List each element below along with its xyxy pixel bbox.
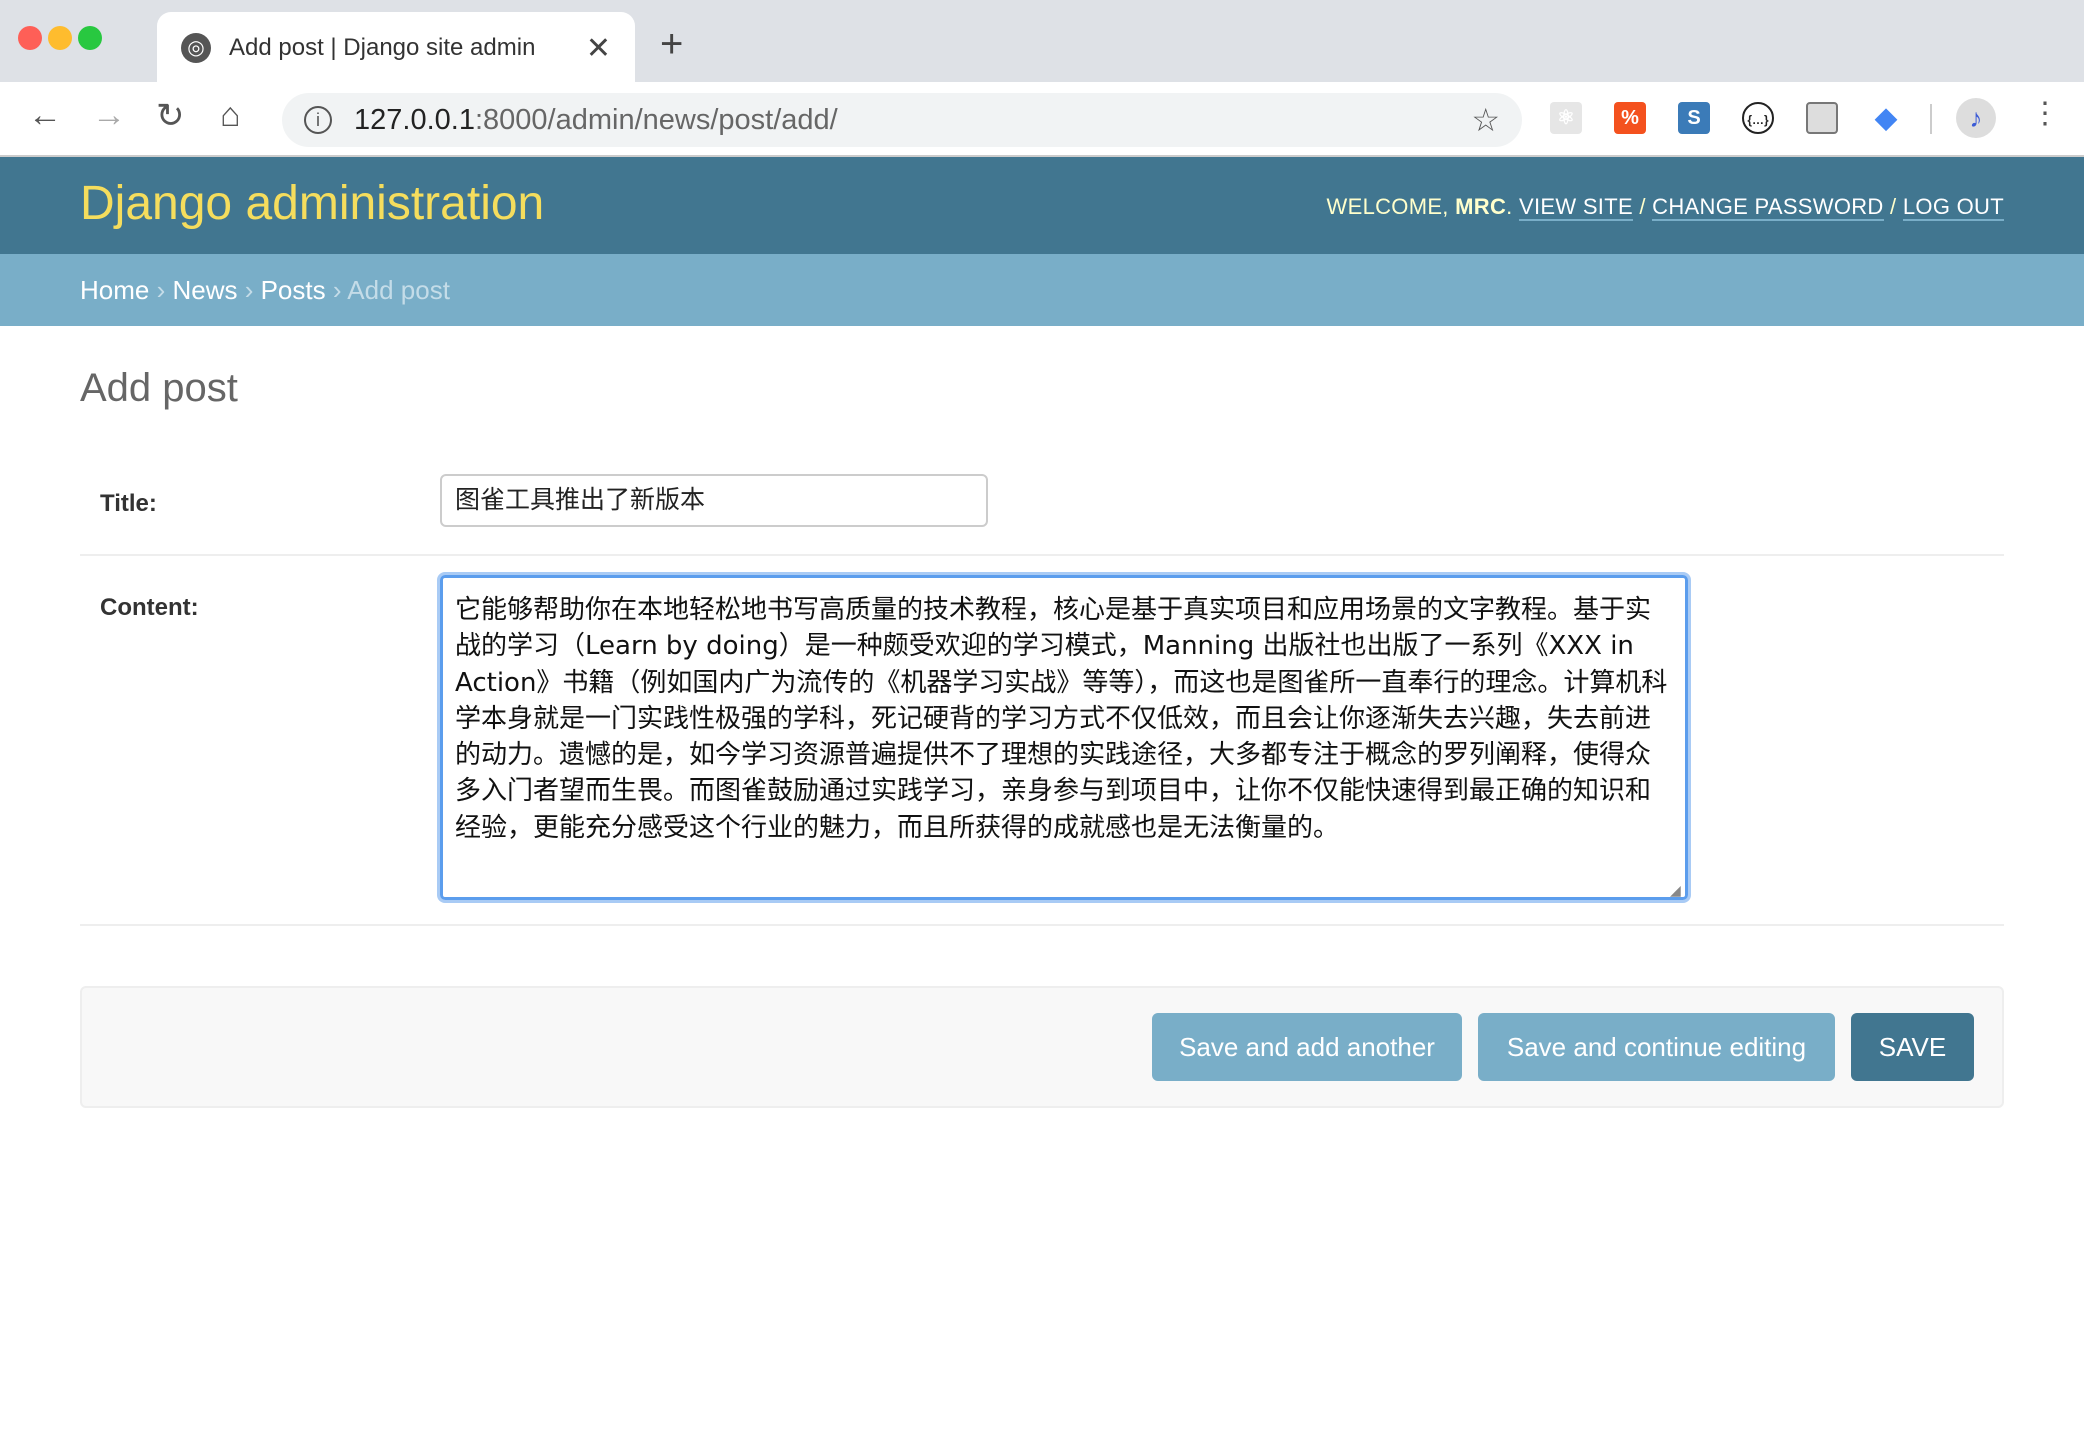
profile-avatar[interactable]: ♪: [1956, 98, 1996, 138]
breadcrumb-separator: ›: [149, 275, 173, 305]
breadcrumb-home[interactable]: Home: [80, 275, 149, 305]
resize-handle-icon[interactable]: ◢: [1670, 882, 1681, 899]
close-tab-icon[interactable]: ✕: [586, 31, 611, 66]
breadcrumb: Home › News › Posts › Add post: [0, 254, 2084, 326]
bookmark-star-icon[interactable]: ☆: [1471, 101, 1500, 139]
title-label: Title:: [100, 490, 157, 517]
info-icon[interactable]: i: [304, 106, 332, 134]
new-tab-button[interactable]: +: [660, 22, 683, 67]
separator: /: [1632, 194, 1653, 219]
log-out-link[interactable]: LOG OUT: [1902, 194, 2004, 221]
save-and-add-another-button[interactable]: Save and add another: [1152, 1013, 1462, 1081]
minimize-window-button[interactable]: [48, 26, 72, 50]
breadcrumb-news[interactable]: News: [172, 275, 237, 305]
save-button[interactable]: SAVE: [1851, 1013, 1974, 1081]
document-icon[interactable]: [1806, 102, 1838, 134]
home-icon[interactable]: ⌂: [220, 96, 241, 135]
reload-icon[interactable]: ↻: [156, 96, 185, 136]
username: MRC: [1455, 194, 1507, 219]
extension-s-icon[interactable]: S: [1678, 102, 1710, 134]
close-window-button[interactable]: [18, 26, 42, 50]
tab-title: Add post | Django site admin: [229, 34, 536, 61]
page-title: Add post: [80, 366, 238, 410]
breadcrumb-separator: ›: [325, 275, 348, 305]
welcome-text: WELCOME,: [1326, 194, 1456, 219]
back-icon[interactable]: ←: [28, 96, 62, 135]
forward-icon[interactable]: →: [92, 96, 126, 135]
breadcrumb-posts[interactable]: Posts: [261, 275, 326, 305]
separator: /: [1883, 194, 1903, 219]
graduation-cap-icon[interactable]: ◆: [1870, 102, 1902, 134]
extension-red-icon[interactable]: %: [1614, 102, 1646, 134]
divider: [80, 924, 2004, 926]
divider: [80, 554, 2004, 556]
content-textarea[interactable]: 它能够帮助你在本地轻松地书写高质量的技术教程，核心是基于真实项目和应用场景的文字…: [440, 575, 1688, 900]
react-devtools-icon[interactable]: ⚛: [1550, 102, 1582, 134]
breadcrumb-current: Add post: [347, 275, 450, 305]
url-host: 127.0.0.1: [354, 103, 475, 136]
maximize-window-button[interactable]: [78, 26, 102, 50]
url-path: :8000/admin/news/post/add/: [474, 103, 838, 136]
separator: .: [1506, 194, 1519, 219]
change-password-link[interactable]: CHANGE PASSWORD: [1652, 194, 1884, 221]
browser-menu-icon[interactable]: ⋮: [2030, 96, 2060, 131]
json-viewer-icon[interactable]: {…}: [1742, 102, 1774, 134]
content-label: Content:: [100, 594, 199, 621]
save-and-continue-button[interactable]: Save and continue editing: [1478, 1013, 1835, 1081]
breadcrumb-separator: ›: [237, 275, 261, 305]
view-site-link[interactable]: VIEW SITE: [1518, 194, 1633, 221]
title-input[interactable]: 图雀工具推出了新版本: [440, 474, 988, 527]
site-branding[interactable]: Django administration: [80, 176, 544, 231]
globe-icon: ◎: [181, 33, 211, 63]
toolbar-divider: [1930, 104, 1932, 134]
address-bar[interactable]: i 127.0.0.1:8000/admin/news/post/add/ ☆: [282, 93, 1522, 147]
browser-tab[interactable]: ◎ Add post | Django site admin ✕: [157, 12, 635, 84]
user-tools: WELCOME, MRC. VIEW SITE / CHANGE PASSWOR…: [1326, 194, 2004, 221]
